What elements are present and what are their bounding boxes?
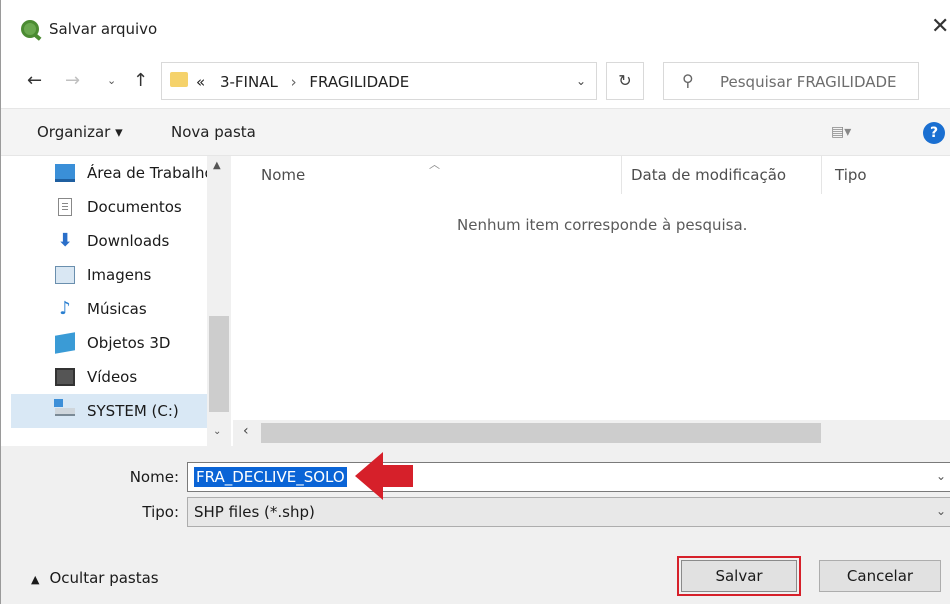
refresh-button[interactable]: ↻ [606,62,644,100]
column-header-name[interactable]: Nome [261,166,305,184]
pictures-icon [55,266,75,284]
scroll-up-icon[interactable]: ▲ [213,160,221,171]
title-bar: Salvar arquivo ✕ [1,0,950,56]
sidebar-item-label: Downloads [87,232,170,250]
desktop-icon [55,164,75,182]
organize-menu-button[interactable]: Organizar ▾ [37,123,123,141]
music-icon: ♪ [59,298,71,319]
column-header-date-modified[interactable]: Data de modificação [631,166,786,184]
up-arrow-icon[interactable]: ↑ [133,70,148,91]
column-divider[interactable] [621,156,622,194]
breadcrumb-item-fragilidade[interactable]: FRAGILIDADE [309,73,409,91]
recent-locations-chevron-icon[interactable]: ⌄ [107,74,116,87]
save-button[interactable]: Salvar [677,556,801,596]
sidebar-item-label: Vídeos [87,368,138,386]
chevron-up-icon: ▲ [31,573,40,586]
downloads-icon: ⬇ [57,230,73,251]
sidebar-item-videos[interactable]: Vídeos [11,360,207,394]
sidebar-item-downloads[interactable]: ⬇ Downloads [11,224,207,258]
breadcrumb-separator: › [290,73,297,91]
sidebar-item-system-drive[interactable]: SYSTEM (C:) [11,394,207,428]
file-list-pane: ︿ Nome Data de modificação Tipo Nenhum i… [233,156,950,446]
navigation-bar: ← → ⌄ ↑ « 3-FINAL › FRAGILIDADE ⌄ ↻ ⚲ Pe… [1,56,950,108]
documents-icon [58,198,72,216]
chevron-down-icon[interactable]: ⌄ [576,74,586,88]
sidebar-item-label: SYSTEM (C:) [87,402,179,420]
annotation-arrow-icon [355,452,413,500]
file-list-horizontal-scrollbar[interactable]: ‹ [233,420,950,446]
file-name-value[interactable]: FRA_DECLIVE_SOLO [194,467,347,487]
sidebar-item-label: Documentos [87,198,182,216]
sort-ascending-icon: ︿ [429,158,440,171]
sidebar-item-pictures[interactable]: Imagens [11,258,207,292]
column-header-type[interactable]: Tipo [835,166,867,184]
sidebar-item-3d-objects[interactable]: Objetos 3D [11,326,207,360]
view-options-icon[interactable]: ▤▾ [831,124,851,140]
close-icon[interactable]: ✕ [931,14,950,39]
file-type-value: SHP files (*.shp) [194,503,315,521]
forward-arrow-icon[interactable]: → [65,70,80,91]
chevron-down-icon[interactable]: ⌄ [936,469,946,483]
refresh-icon: ↻ [618,71,632,90]
file-type-label: Tipo: [142,503,179,521]
hide-folders-label: Ocultar pastas [49,569,159,587]
file-name-label: Nome: [129,468,179,486]
save-file-dialog: Salvar arquivo ✕ ← → ⌄ ↑ « 3-FINAL › FRA… [0,0,950,604]
scrollbar-thumb[interactable] [261,423,821,443]
search-icon: ⚲ [682,71,694,90]
navigation-pane: Área de Trabalho Documentos ⬇ Downloads … [1,156,233,446]
search-input[interactable]: ⚲ Pesquisar FRAGILIDADE [663,62,919,100]
column-divider[interactable] [821,156,822,194]
breadcrumb: « 3-FINAL › FRAGILIDADE [196,73,409,91]
breadcrumb-item-3-final[interactable]: 3-FINAL [220,73,278,91]
address-bar[interactable]: « 3-FINAL › FRAGILIDADE ⌄ [161,62,597,100]
hide-folders-toggle[interactable]: ▲ Ocultar pastas [31,569,159,587]
file-name-field[interactable]: FRA_DECLIVE_SOLO ⌄ [187,462,950,492]
videos-icon [55,368,75,386]
scroll-left-icon[interactable]: ‹ [243,423,249,439]
new-folder-button[interactable]: Nova pasta [171,123,256,141]
scrollbar-thumb[interactable] [209,316,229,412]
breadcrumb-overflow[interactable]: « [196,73,205,91]
sidebar-item-label: Objetos 3D [87,334,171,352]
sidebar-item-desktop[interactable]: Área de Trabalho [11,156,214,190]
empty-results-message: Nenhum item corresponde à pesquisa. [457,216,748,234]
sidebar-item-label: Imagens [87,266,152,284]
objects-3d-icon [55,332,75,354]
navigation-pane-scrollbar[interactable]: ▲ ⌄ [207,156,231,446]
drive-icon [54,399,75,416]
file-type-select[interactable]: SHP files (*.shp) ⌄ [187,497,950,527]
search-placeholder: Pesquisar FRAGILIDADE [720,73,897,91]
help-icon[interactable]: ? [923,122,945,144]
sidebar-item-documents[interactable]: Documentos [11,190,207,224]
back-arrow-icon[interactable]: ← [27,70,42,91]
command-toolbar: Organizar ▾ Nova pasta ▤▾ ? [1,108,950,156]
window-title: Salvar arquivo [49,20,158,38]
sidebar-item-music[interactable]: ♪ Músicas [11,292,207,326]
sidebar-item-label: Músicas [87,300,147,318]
scroll-down-icon[interactable]: ⌄ [213,426,221,437]
folder-icon [170,72,188,87]
cancel-button[interactable]: Cancelar [819,560,941,592]
chevron-down-icon[interactable]: ⌄ [936,504,946,518]
sidebar-item-label: Área de Trabalho [87,164,214,182]
qgis-icon [21,20,39,38]
